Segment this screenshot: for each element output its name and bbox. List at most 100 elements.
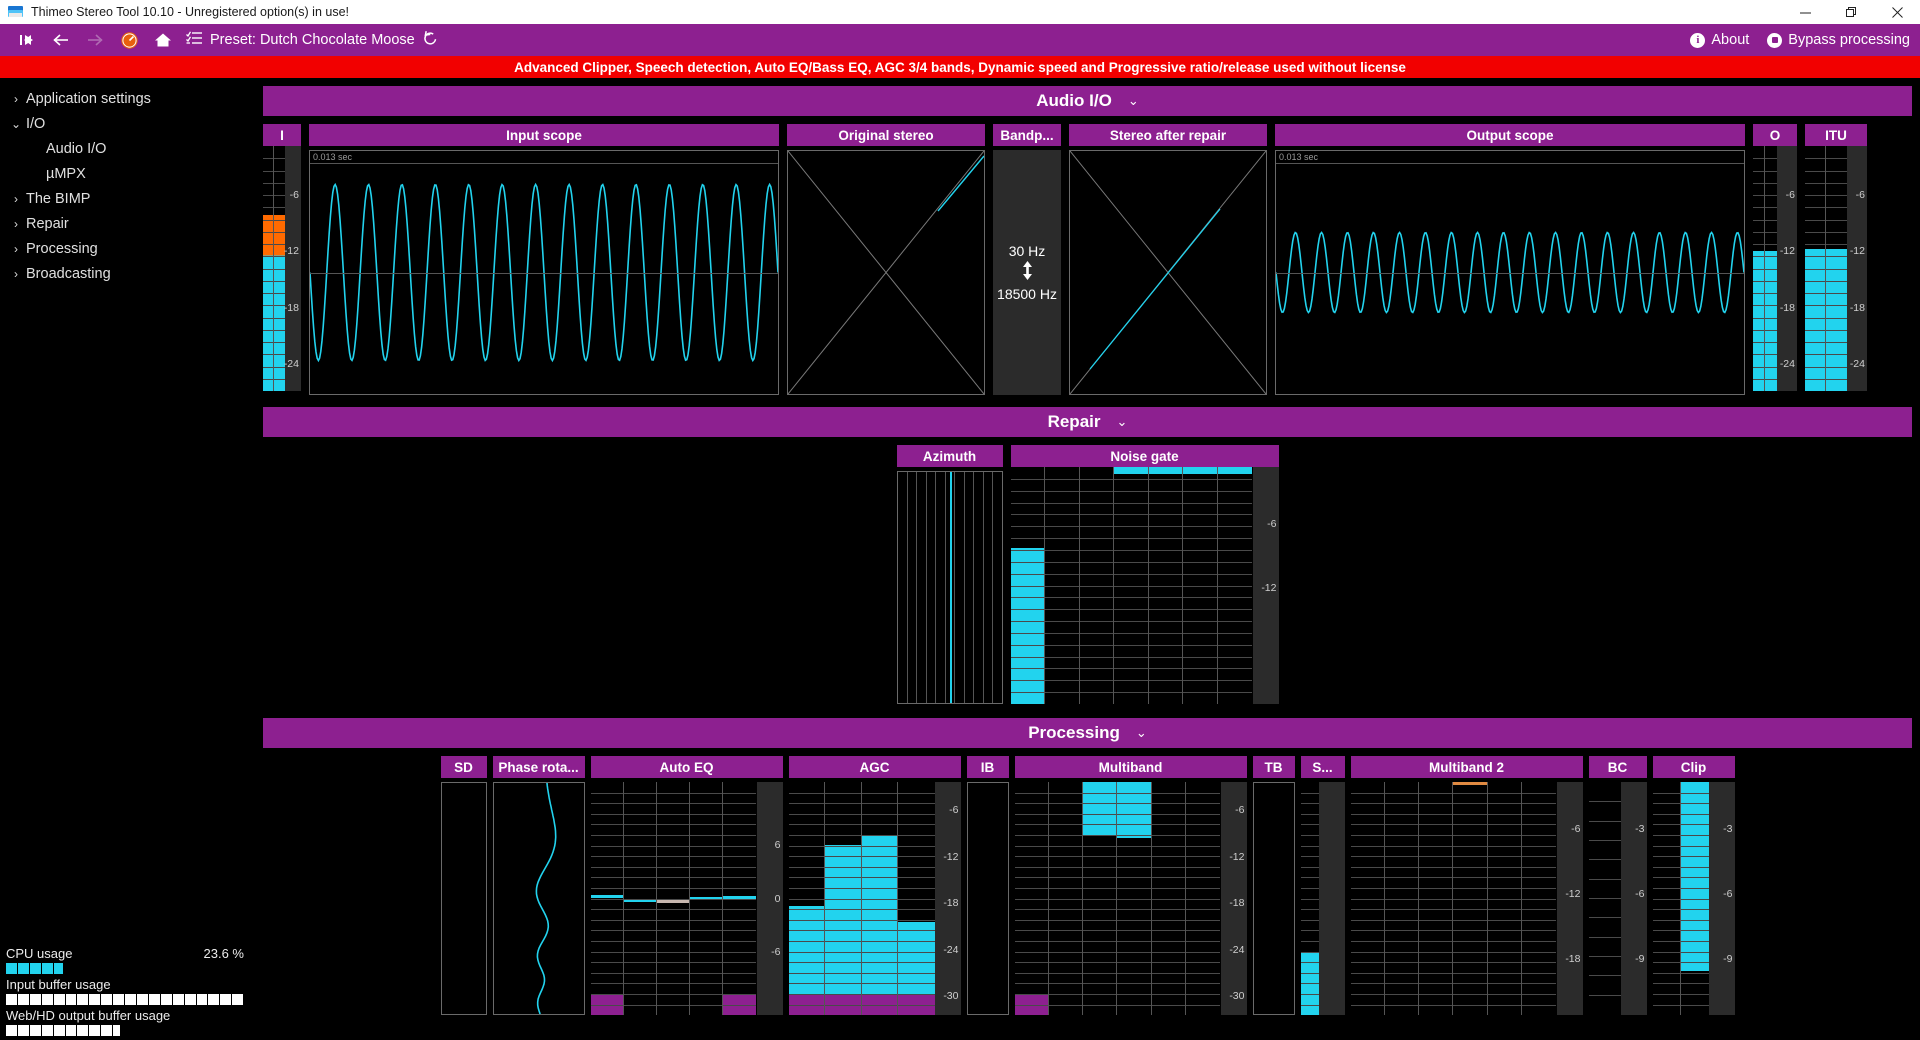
panel-noise-gate: Noise gate -6 -12 <box>1010 445 1279 704</box>
output-buffer-label: Web/HD output buffer usage <box>6 1008 171 1023</box>
panel-title-agc: AGC <box>788 756 961 778</box>
sidebar-item-application-settings[interactable]: › Application settings <box>0 86 255 111</box>
output-meter-bar-right <box>1765 146 1777 391</box>
close-button[interactable] <box>1874 0 1920 24</box>
section-header-repair[interactable]: Repair ⌄ <box>263 407 1912 437</box>
license-warning-banner: Advanced Clipper, Speech detection, Auto… <box>0 56 1920 78</box>
noise-gate-bar <box>1114 467 1149 704</box>
bypass-processing-button[interactable]: Bypass processing <box>1767 32 1910 48</box>
output-scope-canvas[interactable]: 0.013 sec <box>1275 150 1745 395</box>
multiband-2-bar <box>1487 782 1523 1015</box>
scale-label: -18 <box>1565 953 1581 966</box>
sidebar-item-the-bimp[interactable]: › The BIMP <box>0 186 255 211</box>
scale-label: -6 <box>1635 887 1645 900</box>
noise-gate-bar <box>1010 467 1046 704</box>
phase-rotation-curve <box>535 783 557 1014</box>
go-first-icon[interactable] <box>10 26 44 54</box>
original-stereo-body <box>787 146 985 395</box>
panel-title-auto-eq: Auto EQ <box>590 756 783 778</box>
section-header-audio-io[interactable]: Audio I/O ⌄ <box>263 86 1912 116</box>
goniometer-lines <box>787 150 985 395</box>
sidebar-item-repair[interactable]: › Repair <box>0 211 255 236</box>
panel-multiband: Multiband -6 -12 -18 -24 -30 <box>1014 756 1247 1015</box>
meter-ticks <box>1805 146 1825 391</box>
scale-label: -3 <box>1723 822 1733 835</box>
multiband-2-scale: -6 -12 -18 <box>1556 782 1583 1015</box>
chevron-right-icon: › <box>14 266 18 281</box>
bypass-icon <box>1767 32 1783 48</box>
input-meter-bar-right <box>274 146 285 391</box>
bandpass-control[interactable]: 30 Hz 18500 Hz <box>993 150 1061 395</box>
agc-bar <box>825 782 862 1015</box>
back-arrow-icon[interactable] <box>44 26 78 54</box>
about-button[interactable]: i About <box>1690 32 1749 48</box>
agc-body: -6 -12 -18 -24 -30 <box>788 778 961 1015</box>
panel-azimuth: Azimuth <box>896 445 1003 704</box>
phase-rotation-display[interactable] <box>492 782 585 1015</box>
ib-display[interactable] <box>966 782 1009 1015</box>
scale-label: -6 <box>1571 822 1581 835</box>
sidebar-item-broadcasting[interactable]: › Broadcasting <box>0 261 255 286</box>
panel-clip: Clip -3 -6 -9 <box>1652 756 1735 1015</box>
reset-preset-icon[interactable] <box>422 30 439 50</box>
scale-label: -30 <box>1229 990 1245 1003</box>
sidebar-item-mpx[interactable]: µMPX <box>0 161 255 186</box>
input-scope-body: 0.013 sec <box>309 146 779 395</box>
title-bar: Thimeo Stereo Tool 10.10 - Unregistered … <box>0 0 1920 24</box>
noise-gate-bar <box>1079 467 1115 704</box>
panel-title-input-scope: Input scope <box>309 124 779 146</box>
clip-meter: -3 -6 -9 <box>1652 782 1735 1015</box>
azimuth-display[interactable] <box>896 471 1003 704</box>
sidebar-item-audio-i-o[interactable]: Audio I/O <box>0 136 255 161</box>
auto-eq-bar <box>690 782 724 1015</box>
status-panel: CPU usage 23.6 % Input buffer usage Web/… <box>0 943 250 1036</box>
panel-ib: IB <box>966 756 1009 1015</box>
output-scope-body: 0.013 sec <box>1275 146 1745 395</box>
sidebar-item-processing[interactable]: › Processing <box>0 236 255 261</box>
panel-title-ib: IB <box>966 756 1009 778</box>
maximize-button[interactable] <box>1828 0 1874 24</box>
multiband-2-bar <box>1384 782 1420 1015</box>
bc-meter: -3 -6 -9 <box>1588 782 1647 1015</box>
tb-display[interactable] <box>1252 782 1295 1015</box>
scale-label: -30 <box>943 990 959 1003</box>
sidebar-item-i-o[interactable]: ⌄ I/O <box>0 111 255 136</box>
auto-eq-bar <box>656 782 691 1015</box>
minimize-button[interactable] <box>1782 0 1828 24</box>
panel-title-bandpass: Bandp... <box>993 124 1061 146</box>
meter-ticks <box>263 146 273 391</box>
auto-eq-scale: 6 0 -6 <box>756 782 783 1015</box>
phase-rota-body <box>492 778 585 1015</box>
forward-arrow-icon[interactable] <box>78 26 112 54</box>
bandpass-body: 30 Hz 18500 Hz <box>993 146 1061 395</box>
scale-label: -24 <box>1229 943 1245 956</box>
sd-display[interactable] <box>440 782 487 1015</box>
input-scope-canvas[interactable]: 0.013 sec <box>309 150 779 395</box>
preset-list-icon[interactable] <box>186 31 203 49</box>
chevron-down-icon: ⌄ <box>1127 93 1139 108</box>
panel-title-bc: BC <box>1588 756 1647 778</box>
home-icon[interactable] <box>146 26 180 54</box>
window-title: Thimeo Stereo Tool 10.10 - Unregistered … <box>31 5 349 19</box>
multiband-2-meter: -6 -12 -18 <box>1350 782 1583 1015</box>
multiband-bar <box>1186 782 1221 1015</box>
meter-ticks <box>1765 146 1777 391</box>
original-stereo-goniometer[interactable] <box>787 150 985 395</box>
scale-label: 0 <box>774 892 781 905</box>
sidebar-item-label: I/O <box>26 115 46 132</box>
noise-gate-bar <box>1183 467 1218 704</box>
azimuth-body <box>896 467 1003 704</box>
preset-name[interactable]: Preset: Dutch Chocolate Moose <box>210 32 415 48</box>
clip-bar <box>1680 782 1709 1015</box>
stereo-after-repair-goniometer[interactable] <box>1069 150 1267 395</box>
bypass-label: Bypass processing <box>1788 32 1910 48</box>
chevron-down-icon: ⌄ <box>1135 725 1147 740</box>
sidebar-item-label: µMPX <box>46 165 86 182</box>
goniometer-lines <box>1069 150 1267 395</box>
meter-ticks <box>1826 146 1847 391</box>
input-buffer-bar <box>6 994 245 1005</box>
sidebar: › Application settings ⌄ I/O Audio I/O µMPX › T… <box>0 78 255 1040</box>
section-header-processing[interactable]: Processing ⌄ <box>263 718 1912 748</box>
agc-bar <box>898 782 935 1015</box>
gauge-icon[interactable] <box>112 26 146 54</box>
